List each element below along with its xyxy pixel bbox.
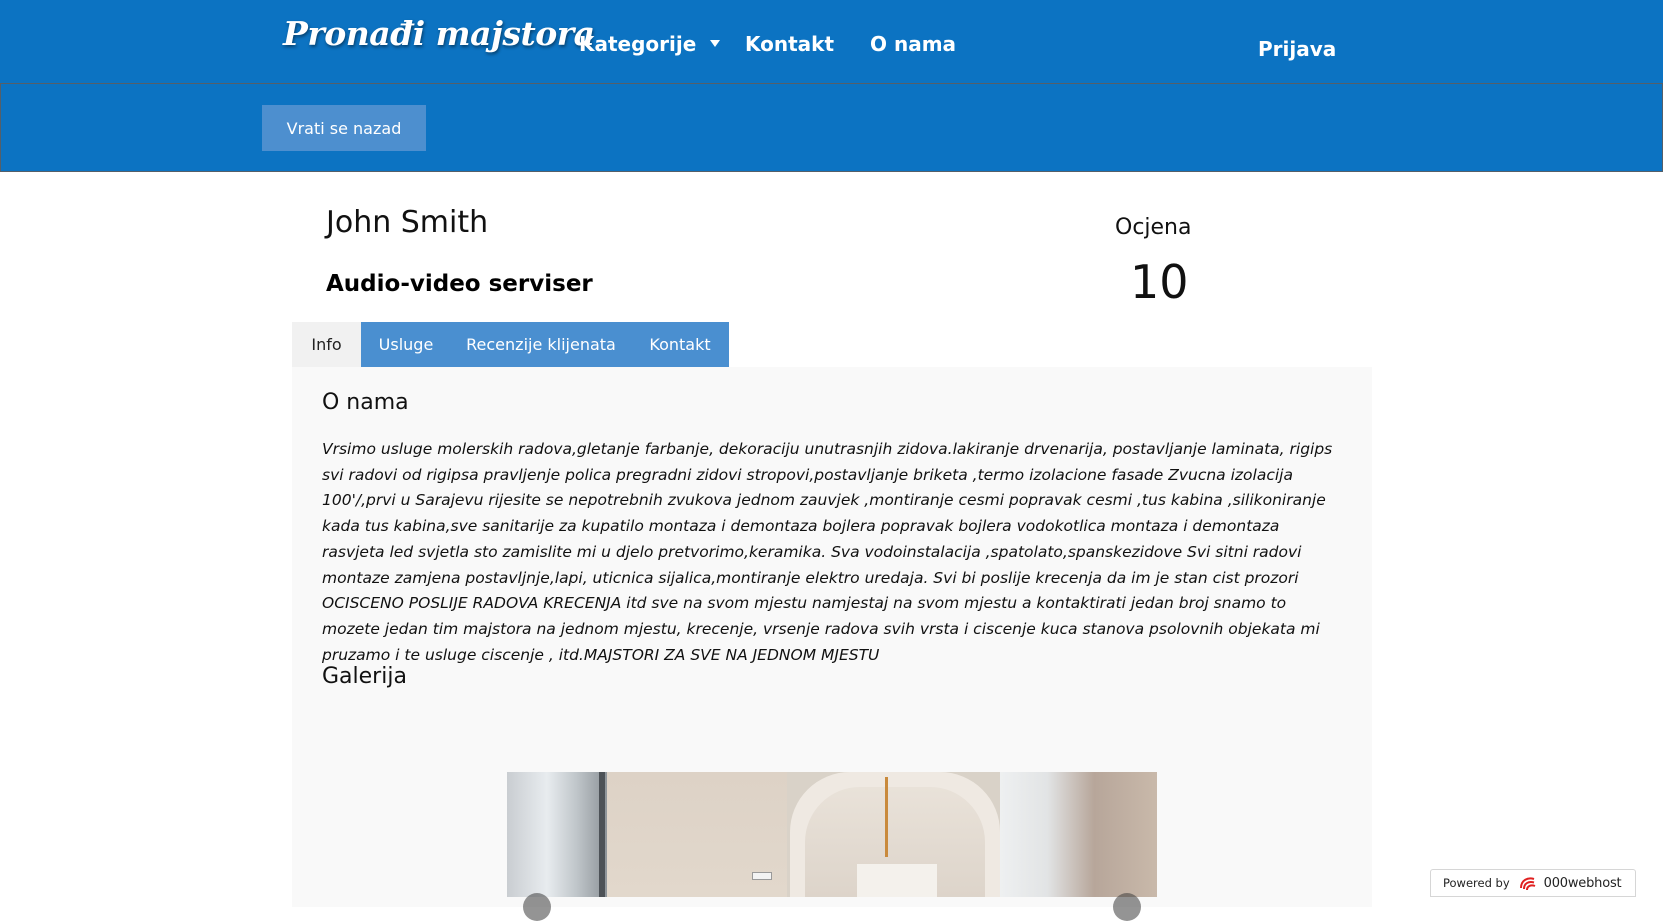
nav-categories-label: Kategorije: [579, 32, 697, 56]
gallery-heading: Galerija: [322, 664, 407, 689]
top-navbar: Pronađi majstora Kategorije Kontakt O na…: [0, 0, 1663, 83]
about-heading: O nama: [322, 390, 409, 415]
powered-by-badge[interactable]: Powered by 000webhost: [1430, 869, 1636, 897]
rating-label: Ocjena: [1115, 215, 1192, 240]
tab-services[interactable]: Usluge: [361, 322, 451, 367]
about-description: Vrsimo usluge molerskih radova,gletanje …: [322, 440, 1333, 664]
gallery-photo-counter: [857, 864, 937, 897]
site-logo[interactable]: Pronađi majstora: [283, 14, 595, 53]
profile-tabs: Info Usluge Recenzije klijenata Kontakt: [292, 322, 729, 367]
tab-contact[interactable]: Kontakt: [631, 322, 729, 367]
tab-info[interactable]: Info: [292, 322, 361, 367]
gallery-next-arrow-icon[interactable]: [1113, 893, 1141, 921]
profile-name: John Smith: [326, 205, 489, 240]
gallery-photo-pipe: [885, 777, 888, 857]
webhost-logo-icon: [1519, 877, 1536, 891]
rating-value: 10: [1130, 255, 1189, 309]
gallery-prev-arrow-icon[interactable]: [523, 893, 551, 921]
nav-contact-link[interactable]: Kontakt: [745, 32, 834, 56]
profile-profession: Audio-video serviser: [326, 271, 593, 297]
back-button[interactable]: Vrati se nazad: [262, 105, 426, 151]
nav-categories-dropdown[interactable]: Kategorije: [579, 32, 721, 56]
gallery-photo-frame: [599, 772, 605, 897]
gallery-image[interactable]: [507, 772, 1157, 897]
nav-login-link[interactable]: Prijava: [1258, 37, 1336, 61]
powered-by-label: Powered by: [1443, 876, 1510, 890]
nav-about-link[interactable]: O nama: [870, 32, 956, 56]
gallery-photo-switch: [752, 872, 772, 880]
gallery-photo-right-window: [1000, 772, 1157, 897]
gallery-photo-window: [507, 772, 607, 897]
tab-reviews[interactable]: Recenzije klijenata: [451, 322, 631, 367]
powered-by-brand: 000webhost: [1543, 875, 1622, 891]
sub-header-bar: [0, 83, 1663, 172]
caret-down-icon: [710, 40, 721, 47]
